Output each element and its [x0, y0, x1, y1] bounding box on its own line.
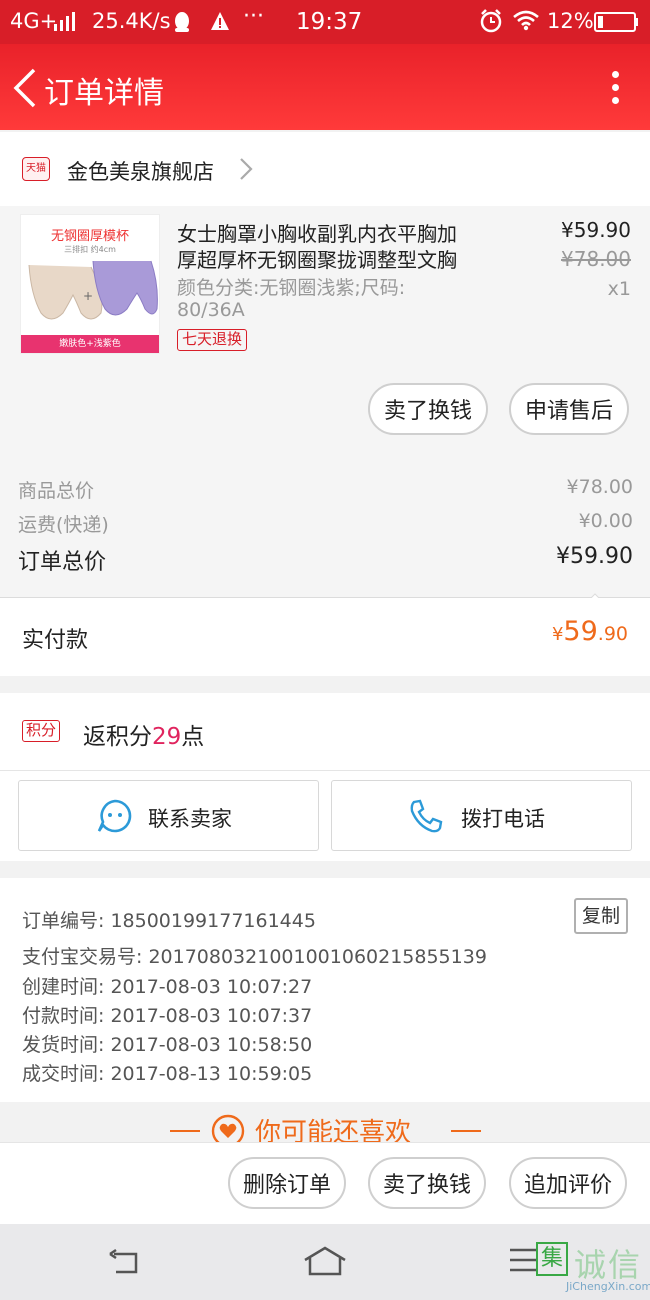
goods-total-label: 商品总价 [18, 480, 95, 502]
product-price: ¥59.90 [561, 218, 631, 242]
return-policy-tag: 七天退换 [177, 329, 248, 351]
paid-integer: 59 [563, 616, 598, 647]
points-suffix: 点 [181, 724, 205, 750]
battery-level: 12% [547, 9, 594, 33]
battery-icon [594, 11, 640, 38]
recommend-line-right [451, 1130, 481, 1132]
watermark-url: JiChengXin.com [566, 1280, 650, 1293]
created-time: 创建时间: 2017-08-03 10:07:27 [22, 976, 313, 998]
shipping-label: 运费(快递) [18, 514, 109, 536]
shipping-value: ¥0.00 [578, 510, 633, 532]
tmall-badge: 天猫 [22, 157, 50, 181]
wifi-icon [512, 9, 540, 36]
copy-button[interactable]: 复制 [574, 898, 628, 934]
qq-icon [172, 10, 192, 39]
contact-section: 联系卖家 拨打电话 [0, 771, 650, 861]
product-image[interactable]: 无钢圈厚模杯 三排扣 约4cm + 嫩肤色+浅紫色 [20, 214, 160, 354]
shop-header[interactable]: 天猫 金色美泉旗舰店 [0, 132, 650, 206]
bottom-action-bar: 删除订单 卖了换钱 追加评价 [0, 1142, 650, 1224]
points-badge: 积分 [22, 720, 61, 742]
product-title-line2[interactable]: 厚超厚杯无钢圈聚拢调整型文胸 [177, 244, 457, 273]
order-info-section: 复制 订单编号: 18500199177161445 支付宝交易号: 20170… [0, 878, 650, 1102]
warning-icon [210, 11, 230, 36]
sell-for-cash-button[interactable]: 卖了换钱 [368, 1157, 486, 1209]
network-speed: 25.4K/s [92, 9, 171, 33]
product-quantity: x1 [607, 278, 631, 300]
shop-name[interactable]: 金色美泉旗舰店 [67, 156, 214, 186]
bra-illustration: + [28, 260, 158, 320]
more-menu-icon[interactable] [610, 71, 620, 105]
contact-seller-button[interactable]: 联系卖家 [18, 780, 319, 851]
image-color-bar: 嫩肤色+浅紫色 [21, 335, 159, 353]
completed-time: 成交时间: 2017-08-13 10:59:05 [22, 1063, 313, 1085]
paid-amount: ¥59.90 [552, 616, 628, 647]
image-subcaption: 三排扣 约4cm [64, 245, 116, 254]
more-notifications: ··· [243, 4, 264, 29]
paid-decimal: .90 [597, 623, 628, 645]
product-spec-line1: 颜色分类:无钢圈浅紫;尺码: [177, 277, 406, 299]
signal-icon [52, 12, 78, 37]
home-nav-icon[interactable] [302, 1246, 348, 1276]
alarm-icon [479, 9, 503, 38]
order-total-label: 订单总价 [18, 550, 107, 575]
product-section: 无钢圈厚模杯 三排扣 约4cm + 嫩肤色+浅紫色 女士胸罩小胸收副乳内衣平胸加… [0, 206, 650, 450]
recommend-header: 你可能还喜欢 [0, 1102, 650, 1142]
product-spec-line2: 80/36A [177, 299, 245, 321]
delete-order-button[interactable]: 删除订单 [228, 1157, 346, 1209]
back-nav-icon[interactable] [106, 1248, 146, 1278]
heart-icon [211, 1114, 245, 1142]
alipay-trade-number: 支付宝交易号: 2017080321001001060215855139 [22, 946, 487, 968]
paid-time: 付款时间: 2017-08-03 10:07:37 [22, 1005, 313, 1027]
recommend-title: 你可能还喜欢 [255, 1118, 412, 1142]
back-arrow-icon[interactable] [8, 66, 48, 110]
points-value: 29 [152, 724, 182, 750]
svg-text:+: + [83, 289, 93, 303]
network-type: 4G+ [10, 9, 58, 33]
recommend-line-left [170, 1130, 200, 1132]
clock: 19:37 [296, 9, 363, 35]
phone-icon [410, 799, 443, 833]
order-total-value: ¥59.90 [556, 544, 633, 569]
call-phone-label: 拨打电话 [461, 807, 545, 831]
pointer-notch [586, 588, 604, 603]
points-prefix: 返积分 [83, 724, 152, 750]
price-summary: 商品总价 ¥78.00 运费(快递) ¥0.00 订单总价 ¥59.90 [0, 450, 650, 598]
product-original-price: ¥78.00 [561, 247, 631, 271]
page-title: 订单详情 [44, 76, 164, 111]
product-title-line1[interactable]: 女士胸罩小胸收副乳内衣平胸加 [177, 218, 457, 247]
paid-label: 实付款 [22, 628, 89, 653]
status-bar: 4G+ 25.4K/s ··· 19:37 12% [0, 0, 650, 44]
goods-total-value: ¥78.00 [566, 476, 633, 498]
after-sale-button[interactable]: 申请售后 [509, 383, 629, 435]
watermark-logo: 集 [536, 1242, 568, 1276]
points-section: 积分 返积分29点 [0, 693, 650, 770]
points-text: 返积分29点 [83, 717, 204, 751]
image-caption: 无钢圈厚模杯 [50, 229, 129, 244]
sell-button[interactable]: 卖了换钱 [368, 383, 488, 435]
shipped-time: 发货时间: 2017-08-03 10:58:50 [22, 1034, 313, 1056]
call-phone-button[interactable]: 拨打电话 [331, 780, 632, 851]
add-review-button[interactable]: 追加评价 [509, 1157, 627, 1209]
system-nav-bar: 集 诚信 JiChengXin.com [0, 1224, 650, 1300]
paid-section: 实付款 ¥59.90 [0, 598, 650, 676]
contact-seller-label: 联系卖家 [148, 807, 232, 831]
watermark: 集 诚信 JiChengXin.com [536, 1238, 650, 1300]
app-bar: 订单详情 [0, 44, 650, 130]
chat-bubble-icon [97, 799, 132, 833]
order-number: 订单编号: 18500199177161445 [22, 910, 316, 932]
chevron-right-icon [238, 156, 254, 186]
paid-currency: ¥ [551, 624, 564, 645]
